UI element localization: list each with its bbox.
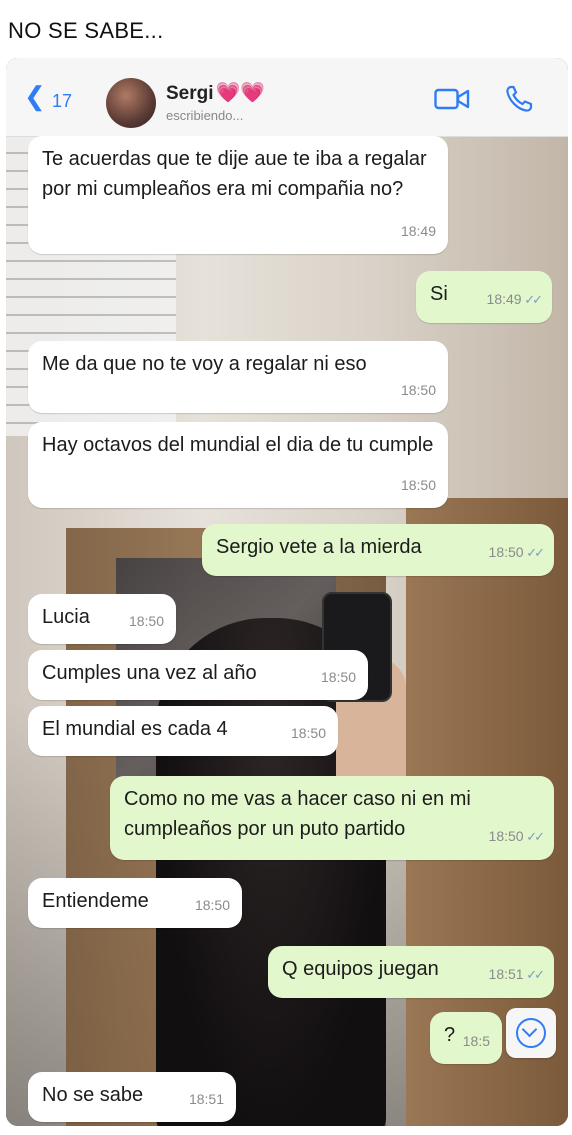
message-time: 18:50 bbox=[401, 470, 436, 500]
incoming-message[interactable]: Te acuerdas que te dije aue te iba a reg… bbox=[28, 136, 448, 254]
message-time: 18:51 bbox=[189, 1084, 224, 1114]
message-text: Lucia bbox=[42, 606, 90, 628]
message-time: 18:50 bbox=[291, 718, 326, 748]
message-time: 18:50 ✓✓ bbox=[488, 537, 546, 568]
read-receipt-icon: ✓✓ bbox=[525, 967, 545, 982]
message-time-text: 18:51 bbox=[188, 1091, 224, 1107]
incoming-message[interactable]: El mundial es cada 4 18:50 bbox=[28, 706, 338, 756]
back-unread-count[interactable]: 17 bbox=[52, 91, 72, 112]
incoming-message[interactable]: Cumples una vez al año 18:50 bbox=[28, 650, 368, 700]
message-time-text: 18:5 bbox=[462, 1033, 490, 1049]
message-time-text: 18:50 bbox=[488, 544, 524, 560]
contact-name[interactable]: Sergi 💗💗 bbox=[166, 80, 265, 105]
outgoing-message[interactable]: Si 18:49 ✓✓ bbox=[416, 271, 552, 323]
message-time: 18:51 ✓✓ bbox=[488, 959, 546, 990]
message-text: El mundial es cada 4 bbox=[42, 718, 228, 740]
message-text: Como no me vas a hacer caso ni en mi cum… bbox=[124, 788, 471, 840]
message-text: Cumples una vez al año bbox=[42, 662, 257, 684]
typing-status: escribiendo... bbox=[166, 108, 244, 123]
incoming-message[interactable]: Entiendeme 18:50 bbox=[28, 878, 242, 928]
contact-name-text: Sergi bbox=[166, 83, 214, 104]
outgoing-message[interactable]: Sergio vete a la mierda 18:50 ✓✓ bbox=[202, 524, 554, 576]
message-time: 18:50 bbox=[195, 890, 230, 920]
chat-screen: ❮ 17 Sergi 💗💗 escribiendo... Te acuerdas … bbox=[6, 58, 568, 1126]
video-call-icon[interactable] bbox=[434, 88, 470, 110]
read-receipt-icon: ✓✓ bbox=[523, 292, 543, 307]
message-time-text: 18:50 bbox=[488, 828, 524, 844]
message-time: 18:50 bbox=[129, 606, 164, 636]
chevron-left-icon[interactable]: ❮ bbox=[24, 83, 46, 109]
message-text: Te acuerdas que te dije aue te iba a reg… bbox=[42, 148, 427, 200]
message-text: Si bbox=[430, 283, 448, 305]
chat-header: ❮ 17 Sergi 💗💗 escribiendo... bbox=[6, 58, 568, 137]
message-time: 18:5 bbox=[463, 1026, 490, 1056]
message-time-text: 18:50 bbox=[290, 725, 326, 741]
read-receipt-icon: ✓✓ bbox=[525, 829, 545, 844]
message-text: Entiendeme bbox=[42, 890, 149, 912]
incoming-message[interactable]: Hay octavos del mundial el dia de tu cum… bbox=[28, 422, 448, 508]
message-time-text: 18:50 bbox=[194, 897, 230, 913]
outgoing-message[interactable]: Como no me vas a hacer caso ni en mi cum… bbox=[110, 776, 554, 860]
message-time-text: 18:50 bbox=[400, 477, 436, 493]
message-text: Q equipos juegan bbox=[282, 958, 439, 980]
message-time: 18:49 ✓✓ bbox=[486, 284, 544, 315]
post-caption: NO SE SABE... bbox=[8, 18, 164, 43]
message-text: Sergio vete a la mierda bbox=[216, 536, 422, 558]
incoming-message[interactable]: Me da que no te voy a regalar ni eso 18:5… bbox=[28, 341, 448, 413]
outgoing-message[interactable]: ? 18:5 bbox=[430, 1012, 502, 1064]
incoming-message[interactable]: No se sabe 18:51 bbox=[28, 1072, 236, 1122]
scroll-to-bottom-button[interactable] bbox=[506, 1008, 556, 1058]
message-text: ? bbox=[444, 1024, 456, 1046]
heart-emoji-icon: 💗💗 bbox=[215, 82, 266, 104]
phone-call-icon[interactable] bbox=[504, 84, 534, 114]
message-time: 18:50 bbox=[401, 375, 436, 405]
message-text: No se sabe bbox=[42, 1084, 144, 1106]
message-text: Hay octavos del mundial el dia de tu cum… bbox=[42, 434, 434, 456]
avatar[interactable] bbox=[106, 78, 156, 128]
message-text: Me da que no te voy a regalar ni eso bbox=[42, 353, 367, 375]
outgoing-message[interactable]: Q equipos juegan 18:51 ✓✓ bbox=[268, 946, 554, 998]
read-receipt-icon: ✓✓ bbox=[525, 545, 545, 560]
message-time-text: 18:50 bbox=[128, 613, 164, 629]
incoming-message[interactable]: Lucia 18:50 bbox=[28, 594, 176, 644]
message-time-text: 18:50 bbox=[320, 669, 356, 685]
message-time: 18:50 ✓✓ bbox=[488, 821, 546, 852]
message-time-text: 18:51 bbox=[488, 966, 524, 982]
message-time-text: 18:49 bbox=[400, 223, 436, 239]
message-time: 18:49 bbox=[401, 216, 436, 246]
message-time-text: 18:49 bbox=[486, 291, 522, 307]
message-time-text: 18:50 bbox=[400, 382, 436, 398]
message-time: 18:50 bbox=[321, 662, 356, 692]
